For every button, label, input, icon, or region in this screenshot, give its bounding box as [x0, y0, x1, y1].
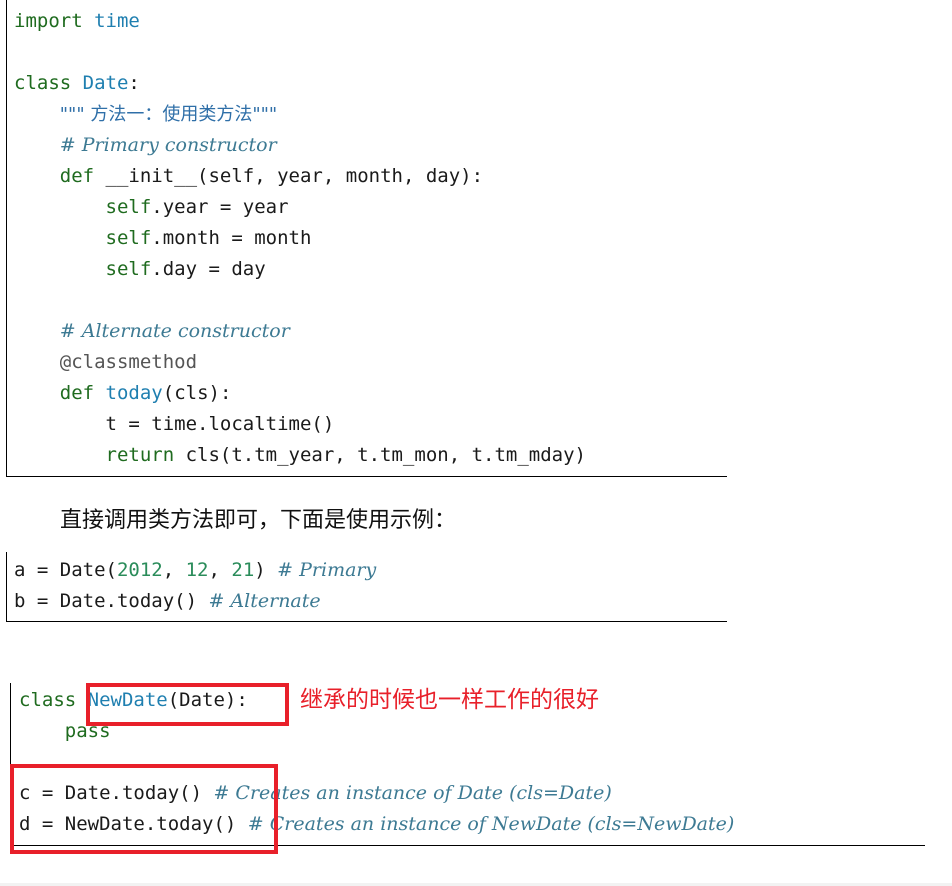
code-token: , — [162, 559, 186, 581]
code-token: self — [105, 227, 152, 249]
code-token: a = Date( — [14, 559, 117, 581]
code-token: def — [59, 165, 95, 187]
code-token: 21 — [231, 559, 255, 581]
code-line: return cls(t.tm_year, t.tm_mon, t.tm_mda… — [14, 440, 586, 471]
code-token: # Alternate constructor — [59, 320, 290, 342]
code-line: @classmethod — [14, 347, 586, 378]
code-token: # Primary constructor — [59, 134, 277, 156]
annotation-inheritance-note: 继承的时候也一样工作的很好 — [300, 687, 599, 713]
code-token: self — [105, 196, 152, 218]
code-line: a = Date(2012, 12, 21) # Primary — [14, 555, 376, 586]
code-token: b = Date.today() — [14, 590, 209, 612]
code-token: .year = year — [151, 196, 289, 218]
code-date-class: import time class Date: """ 方法一：使用类方法"""… — [14, 6, 586, 471]
code-line: self.day = day — [14, 254, 586, 285]
code-token: """ 方法一：使用类方法""" — [59, 104, 278, 125]
code-line: self.year = year — [14, 192, 586, 223]
code-line: self.month = month — [14, 223, 586, 254]
code-line: b = Date.today() # Alternate — [14, 586, 376, 617]
code-token: self — [105, 258, 152, 280]
code-token: # Creates an instance of NewDate (cls=Ne… — [247, 813, 735, 835]
code-token: .month = month — [151, 227, 312, 249]
code-usage: a = Date(2012, 12, 21) # Primary b = Date… — [14, 555, 376, 617]
code-token: @classmethod — [59, 351, 198, 373]
code-token: # Alternate — [208, 590, 321, 612]
code-token: t = time.localtime() — [14, 413, 335, 435]
code-token: __init__(self, year, month, day): — [94, 165, 484, 187]
code-token: import — [14, 10, 83, 32]
code-line: t = time.localtime() — [14, 409, 586, 440]
code-token: # Primary — [277, 559, 377, 581]
code-line: def today(cls): — [14, 378, 586, 409]
code-token: 12 — [185, 559, 209, 581]
code-token: .day = day — [151, 258, 266, 280]
code-line: # Primary constructor — [14, 130, 586, 161]
code-token: def — [59, 382, 95, 404]
code-token: today — [105, 382, 163, 404]
code-token: , — [208, 559, 232, 581]
code-line: class Date: — [14, 68, 586, 99]
code-line: def __init__(self, year, month, day): — [14, 161, 586, 192]
code-line: """ 方法一：使用类方法""" — [14, 99, 586, 130]
code-token: cls(t.tm_year, t.tm_mon, t.tm_mday) — [174, 444, 586, 466]
code-token: 2012 — [116, 559, 163, 581]
highlight-box-class-signature — [86, 683, 289, 726]
code-token: (cls): — [162, 382, 232, 404]
code-line: # Alternate constructor — [14, 316, 586, 347]
code-token: time — [94, 10, 140, 32]
code-token: class — [14, 72, 72, 94]
paragraph-usage-intro: 直接调用类方法即可，下面是使用示例： — [60, 508, 457, 533]
code-token: Date — [82, 72, 129, 94]
code-token: class — [19, 689, 77, 711]
code-token: : — [128, 72, 140, 94]
code-token: ) — [254, 559, 278, 581]
highlight-box-calls — [10, 764, 278, 854]
code-line: import time — [14, 6, 586, 37]
code-token: return — [105, 444, 175, 466]
